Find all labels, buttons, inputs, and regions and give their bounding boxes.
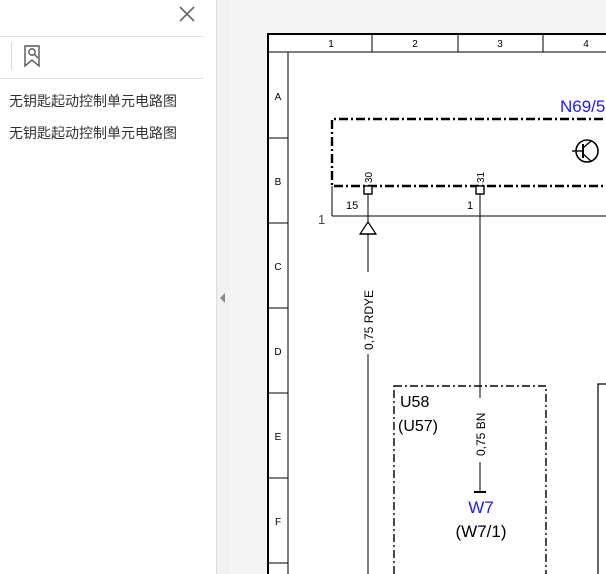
terminal-label: 1 xyxy=(467,200,473,212)
bookmark-list: 无钥匙起动控制单元电路图 无钥匙起动控制单元电路图 xyxy=(0,90,204,154)
bookmark-search-button[interactable] xyxy=(20,42,46,70)
component-label: U58 xyxy=(400,394,429,411)
column-label: 2 xyxy=(412,39,418,50)
row-label: C xyxy=(274,262,281,273)
toolbar-separator xyxy=(11,42,12,70)
connector-pin xyxy=(475,185,485,195)
document-view[interactable]: 1 2 3 4 A B C D E F N69/5 30 31 15 1 1 0… xyxy=(230,0,606,574)
page-frame xyxy=(267,33,606,574)
wire-label: 0,75 RDYE xyxy=(362,290,376,350)
ground-label: (W7/1) xyxy=(456,522,507,541)
row-label: A xyxy=(275,92,282,103)
component-label: (U57) xyxy=(398,418,438,435)
row-label: E xyxy=(275,432,282,443)
close-icon xyxy=(179,6,195,22)
row-label: F xyxy=(275,517,281,528)
terminal-label: 15 xyxy=(346,200,358,212)
row-label: D xyxy=(274,347,281,358)
panel-divider xyxy=(0,78,204,79)
row-label: B xyxy=(275,177,282,188)
bookmark-item[interactable]: 无钥匙起动控制单元电路图 xyxy=(0,122,204,154)
bookmarks-panel: 无钥匙起动控制单元电路图 无钥匙起动控制单元电路图 xyxy=(0,0,216,574)
column-label: 4 xyxy=(583,39,589,50)
column-label: 1 xyxy=(328,39,334,50)
panel-splitter[interactable] xyxy=(216,0,230,574)
pin-label: 30 xyxy=(364,171,375,183)
connector-pin xyxy=(363,185,373,195)
close-panel-button[interactable] xyxy=(174,2,200,26)
bookmark-search-icon xyxy=(24,45,40,68)
ground-label: W7 xyxy=(468,498,494,517)
column-label: 3 xyxy=(497,39,503,50)
chevron-left-icon[interactable] xyxy=(220,293,225,303)
bookmark-item[interactable]: 无钥匙起动控制单元电路图 xyxy=(0,90,204,122)
wiring-diagram: 1 2 3 4 A B C D E F N69/5 30 31 15 1 1 0… xyxy=(267,33,606,574)
pin-label: 31 xyxy=(476,171,487,183)
module-label: N69/5 xyxy=(560,97,605,116)
line-marker: 1 xyxy=(318,212,325,227)
panel-divider xyxy=(0,36,204,37)
wire-label: 0,75 BN xyxy=(474,413,488,456)
